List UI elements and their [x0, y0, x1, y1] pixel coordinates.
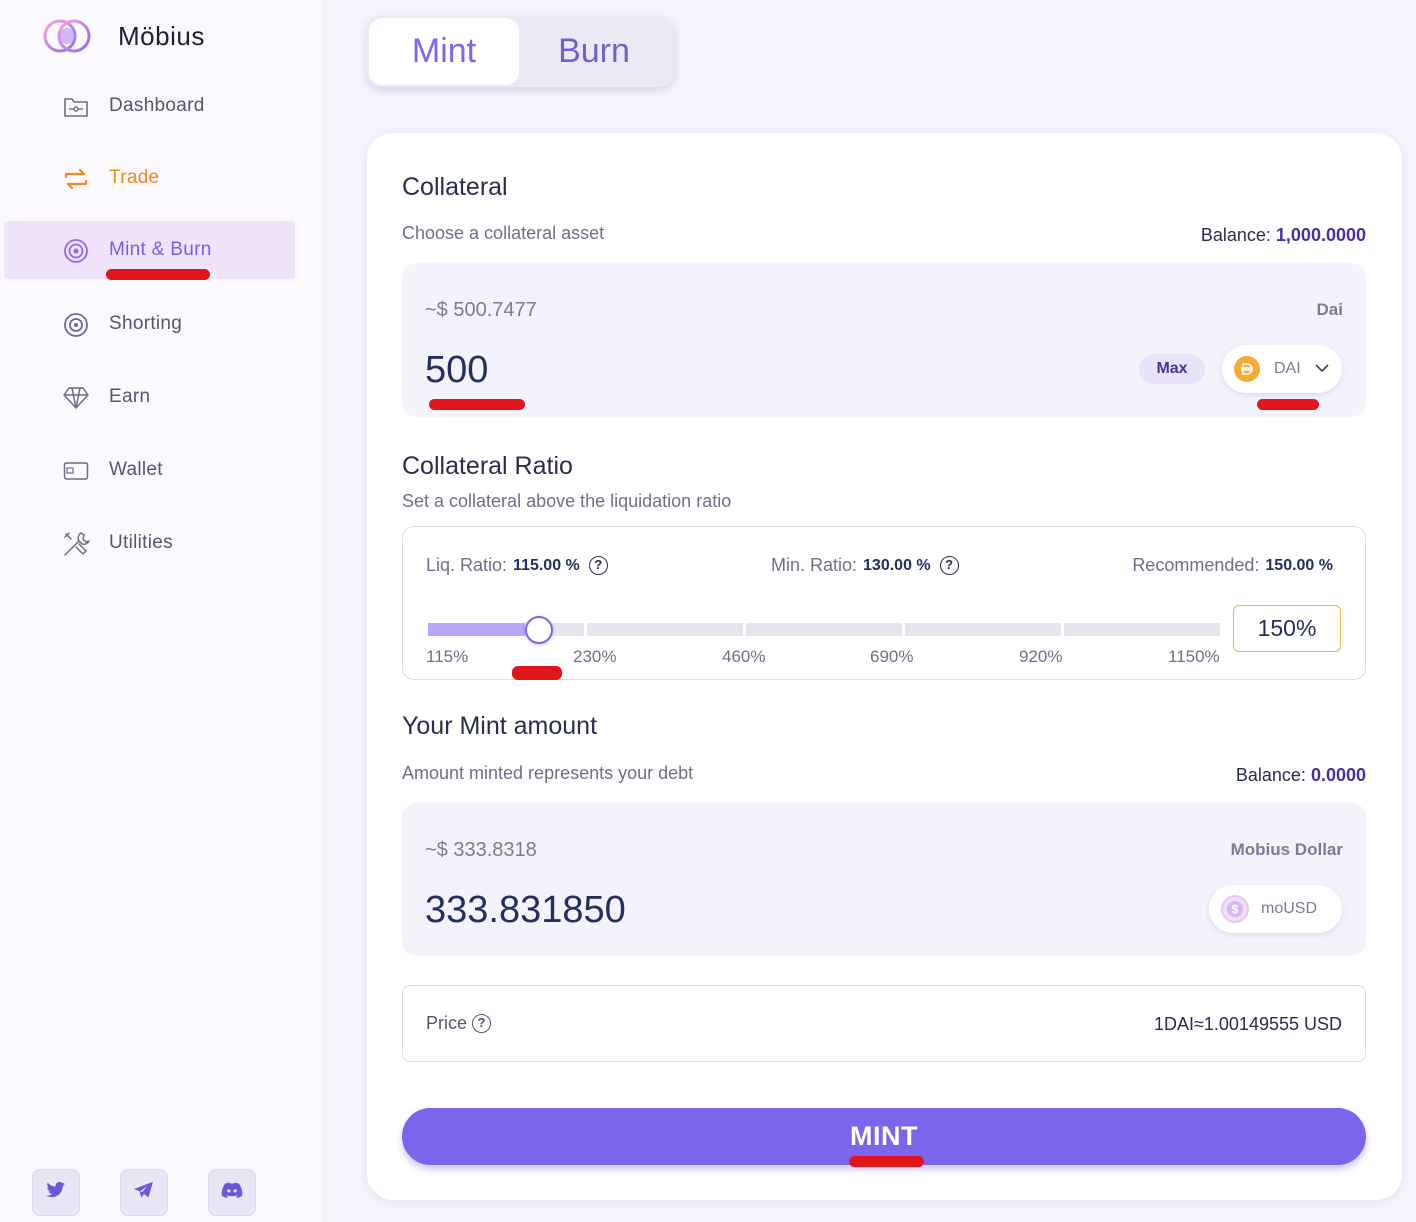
annotation-underline — [429, 399, 525, 410]
annotation-underline — [512, 666, 562, 680]
sidebar-item-label: Earn — [109, 386, 151, 407]
annotation-underline — [106, 269, 210, 280]
collateral-subtitle: Choose a collateral asset — [402, 223, 605, 243]
slider-track-segment — [746, 623, 902, 636]
mobius-logo-icon — [42, 16, 94, 56]
diamond-icon — [62, 384, 90, 412]
dai-icon — [1234, 356, 1260, 382]
slider-track-segment — [905, 623, 1061, 636]
tab-mint[interactable]: Mint — [369, 18, 519, 85]
sidebar-item-label: Utilities — [109, 532, 173, 553]
liq-ratio-value: 115.00 % — [513, 556, 580, 574]
twitter-button[interactable] — [32, 1169, 80, 1216]
slider-fill — [428, 623, 525, 636]
sidebar-item-label: Dashboard — [109, 95, 205, 116]
swap-icon — [62, 165, 90, 193]
discord-button[interactable] — [208, 1169, 256, 1216]
slider-tick: 920% — [1019, 647, 1063, 666]
token-symbol: DAI — [1274, 360, 1301, 377]
balance-value: 0.0000 — [1310, 765, 1366, 785]
recommended-label: Recommended: — [1132, 555, 1260, 575]
min-ratio-value: 130.00 % — [863, 556, 931, 574]
svg-text:$: $ — [1232, 903, 1239, 917]
token-musd: $ moUSD — [1209, 885, 1342, 933]
max-button[interactable]: Max — [1139, 354, 1205, 384]
sidebar-item-label: Shorting — [109, 313, 183, 334]
slider-tick: 690% — [870, 647, 914, 666]
ratio-title: Collateral Ratio — [402, 452, 573, 480]
recommended-ratio: Recommended: 150.00 % — [1132, 555, 1333, 576]
mint-burn-toggle: Mint Burn — [367, 16, 674, 87]
price-label: Price — [426, 1013, 468, 1033]
help-icon[interactable]: ? — [939, 556, 959, 575]
mint-subtitle: Amount minted represents your debt — [402, 763, 694, 783]
collateral-balance: Balance: 1,000.0000 — [1201, 225, 1366, 246]
collateral-input-panel: ~$ 500.7477 Dai 500 Max DAI — [402, 263, 1366, 417]
telegram-button[interactable] — [120, 1169, 168, 1216]
balance-value: 1,000.0000 — [1275, 225, 1366, 245]
sidebar-item-utilities[interactable]: Utilities — [4, 514, 295, 572]
mint-output-panel: ~$ 333.8318 Mobius Dollar 333.831850 $ m… — [402, 803, 1366, 956]
sidebar-item-dashboard[interactable]: Dashboard — [4, 77, 295, 135]
mint-amount-output: 333.831850 — [425, 889, 626, 931]
slider-track-segment — [1064, 623, 1220, 636]
slider-tick: 115% — [426, 647, 469, 666]
sidebar-item-earn[interactable]: Earn — [4, 368, 295, 426]
slider-tick: 230% — [573, 647, 617, 666]
sidebar-item-label: Wallet — [109, 459, 163, 480]
sidebar-item-label: Mint & Burn — [109, 239, 212, 260]
ratio-box: Liq. Ratio: 115.00 % ? Min. Ratio: 130.0… — [402, 526, 1366, 680]
help-icon[interactable]: ? — [588, 556, 608, 575]
balance-label: Balance: — [1235, 765, 1306, 785]
recommended-value: 150.00 % — [1265, 556, 1333, 574]
price-label-group: Price ? — [426, 1013, 492, 1034]
wallet-icon — [62, 457, 90, 485]
liq-ratio-label: Liq. Ratio: — [426, 555, 508, 575]
tools-icon — [62, 530, 90, 558]
mint-token-name: Mobius Dollar — [1230, 840, 1343, 859]
sidebar-item-shorting[interactable]: Shorting — [4, 295, 295, 353]
annotation-underline — [1257, 399, 1319, 410]
slider-track-segment — [587, 623, 743, 636]
sidebar-item-trade[interactable]: Trade — [4, 149, 295, 207]
min-ratio: Min. Ratio: 130.00 % ? — [771, 555, 959, 576]
price-value: 1DAI≈1.00149555 USD — [1154, 1014, 1342, 1034]
collateral-amount-input[interactable]: 500 — [425, 349, 488, 392]
collateral-token-name: Dai — [1316, 300, 1343, 319]
liq-ratio: Liq. Ratio: 115.00 % ? — [426, 555, 608, 576]
collateral-title: Collateral — [402, 173, 508, 201]
telegram-icon — [134, 1181, 154, 1204]
ratio-percent-input[interactable]: 150% — [1233, 605, 1341, 652]
app-name: Möbius — [118, 20, 205, 51]
dollar-coin-icon: $ — [1221, 895, 1249, 923]
balance-label: Balance: — [1200, 225, 1271, 245]
mint-title: Your Mint amount — [402, 712, 598, 740]
chevron-down-icon — [1315, 360, 1329, 378]
logo[interactable]: Möbius — [42, 16, 205, 56]
mint-balance: Balance: 0.0000 — [1236, 765, 1366, 786]
tab-burn[interactable]: Burn — [519, 18, 669, 85]
target-icon — [62, 237, 90, 265]
twitter-icon — [46, 1181, 66, 1204]
shorting-icon — [62, 311, 90, 339]
token-select-dai[interactable]: DAI — [1222, 345, 1342, 393]
min-ratio-label: Min. Ratio: — [771, 555, 858, 575]
help-icon[interactable]: ? — [472, 1014, 492, 1033]
folder-icon — [62, 93, 90, 121]
price-box: Price ? 1DAI≈1.00149555 USD — [402, 985, 1366, 1062]
sidebar-item-wallet[interactable]: Wallet — [4, 441, 295, 499]
collateral-usd-value: ~$ 500.7477 — [425, 299, 537, 321]
sidebar-item-label: Trade — [109, 167, 160, 188]
slider-tick: 1150% — [1168, 647, 1220, 666]
ratio-subtitle: Set a collateral above the liquidation r… — [402, 491, 732, 511]
slider-tick: 460% — [722, 647, 766, 666]
slider-thumb[interactable] — [525, 616, 553, 644]
mint-usd-value: ~$ 333.8318 — [425, 839, 537, 861]
sidebar: Möbius Dashboard Trade Mint & Burn Short… — [0, 0, 321, 1222]
annotation-underline — [849, 1156, 924, 1167]
discord-icon — [221, 1182, 243, 1203]
token-symbol: moUSD — [1261, 900, 1318, 917]
